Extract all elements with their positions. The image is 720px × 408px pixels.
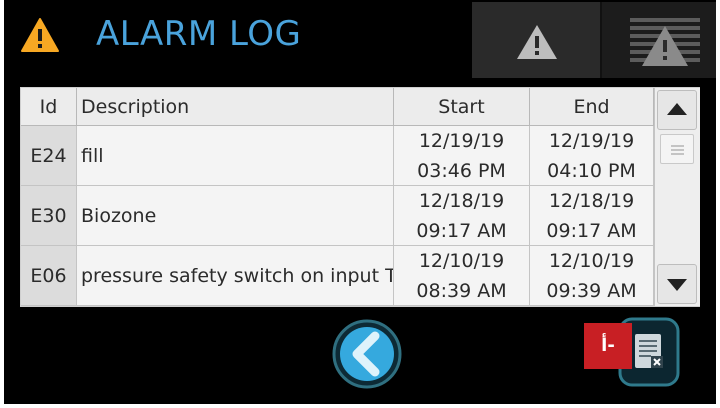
alarm-start: 12/10/19 08:39 AM — [394, 246, 530, 306]
end-date: 12/10/19 — [548, 250, 635, 272]
alarm-end: 12/10/19 09:39 AM — [530, 246, 654, 306]
start-time: 09:17 AM — [416, 220, 507, 242]
column-header-end: End — [530, 88, 654, 126]
start-date: 12/19/19 — [418, 130, 505, 152]
table-row[interactable]: E06 pressure safety switch on input T 12… — [21, 246, 654, 306]
alarm-description: pressure safety switch on input T — [77, 246, 394, 306]
back-button[interactable] — [331, 318, 403, 390]
alarm-history-icon — [630, 18, 700, 66]
alarm-log-screen: ALARM LOG Id Description Start End E24 f… — [4, 0, 716, 404]
column-header-id: Id — [21, 88, 77, 126]
page-title: ALARM LOG — [96, 14, 302, 54]
alarm-description: fill — [77, 126, 394, 186]
header-tabs — [472, 2, 716, 78]
scroll-up-button[interactable] — [657, 90, 697, 130]
table-row[interactable]: E24 fill 12/19/19 03:46 PM 12/19/19 04:1… — [21, 126, 654, 186]
scroll-thumb[interactable] — [660, 134, 694, 164]
tab-alarm-log[interactable] — [602, 2, 716, 78]
end-time: 04:10 PM — [547, 160, 636, 182]
start-time: 03:46 PM — [417, 160, 506, 182]
scroll-down-button[interactable] — [657, 264, 697, 304]
start-time: 08:39 AM — [416, 280, 507, 302]
alarm-start: 12/19/19 03:46 PM — [394, 126, 530, 186]
end-date: 12/19/19 — [548, 130, 635, 152]
tab-active-alarms[interactable] — [472, 2, 600, 78]
chevron-up-icon — [667, 103, 687, 115]
alarm-start: 12/18/19 09:17 AM — [394, 186, 530, 246]
alarm-end: 12/19/19 04:10 PM — [530, 126, 654, 186]
column-header-start: Start — [394, 88, 530, 126]
warning-icon — [21, 18, 59, 52]
end-time: 09:17 AM — [546, 220, 637, 242]
column-header-description: Description — [77, 88, 394, 126]
alarm-id: E06 — [21, 246, 77, 306]
alarm-id: E24 — [21, 126, 77, 186]
annotation-label: أ- — [584, 323, 632, 369]
start-date: 12/18/19 — [418, 190, 505, 212]
alarm-id: E30 — [21, 186, 77, 246]
alarm-description: Biozone — [77, 186, 394, 246]
end-time: 09:39 AM — [546, 280, 637, 302]
chevron-down-icon — [667, 279, 687, 291]
table-scrollbar[interactable] — [654, 88, 700, 306]
table-row[interactable]: E30 Biozone 12/18/19 09:17 AM 12/18/19 0… — [21, 186, 654, 246]
end-date: 12/18/19 — [548, 190, 635, 212]
alarm-table: Id Description Start End E24 fill 12/19/… — [20, 87, 700, 307]
start-date: 12/10/19 — [418, 250, 505, 272]
alarm-end: 12/18/19 09:17 AM — [530, 186, 654, 246]
warning-icon — [517, 25, 557, 59]
